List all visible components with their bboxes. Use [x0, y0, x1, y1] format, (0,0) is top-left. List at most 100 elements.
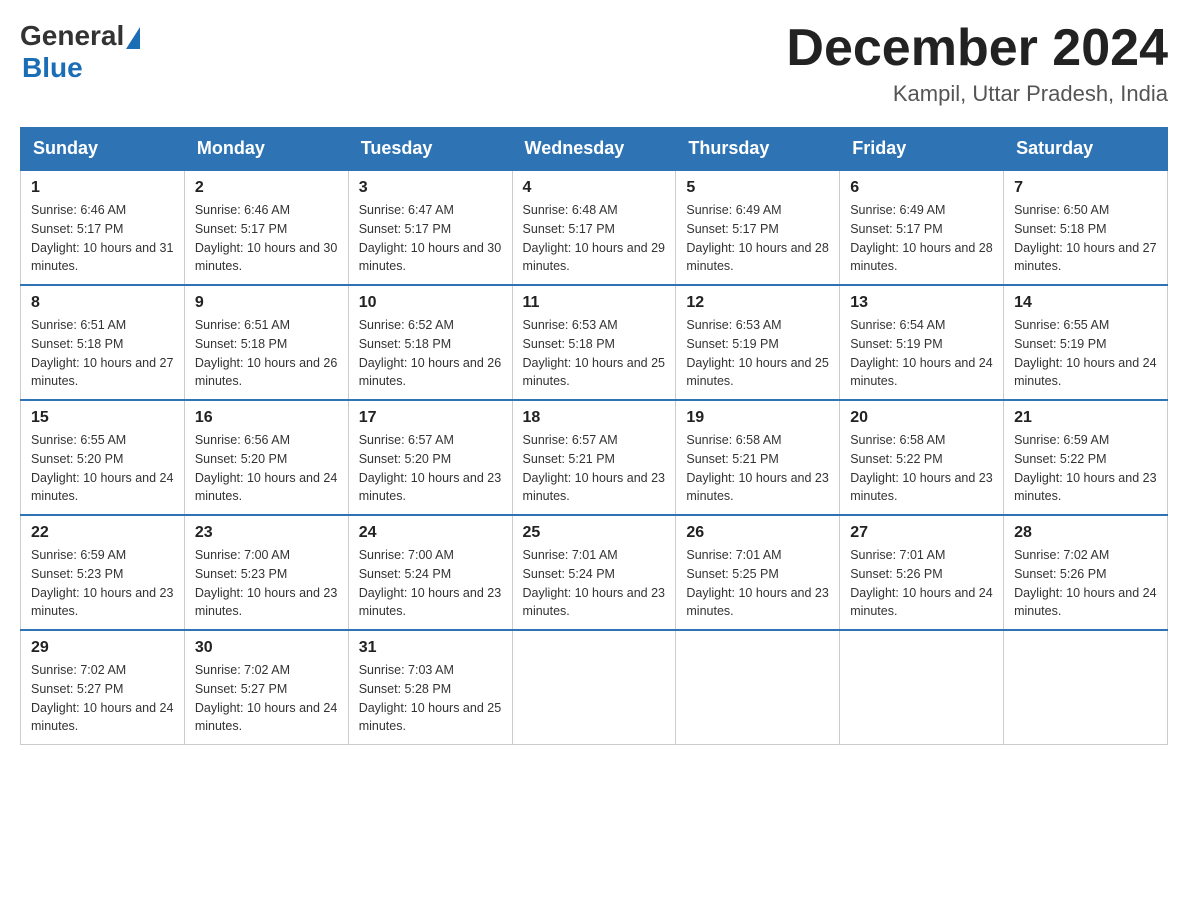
day-number: 2	[195, 179, 338, 197]
table-row: 5 Sunrise: 6:49 AM Sunset: 5:17 PM Dayli…	[676, 170, 840, 285]
day-info: Sunrise: 7:01 AM Sunset: 5:25 PM Dayligh…	[686, 546, 829, 621]
table-row: 20 Sunrise: 6:58 AM Sunset: 5:22 PM Dayl…	[840, 400, 1004, 515]
day-number: 5	[686, 179, 829, 197]
table-row: 24 Sunrise: 7:00 AM Sunset: 5:24 PM Dayl…	[348, 515, 512, 630]
day-info: Sunrise: 6:46 AM Sunset: 5:17 PM Dayligh…	[195, 201, 338, 276]
table-row: 1 Sunrise: 6:46 AM Sunset: 5:17 PM Dayli…	[21, 170, 185, 285]
day-number: 18	[523, 409, 666, 427]
day-info: Sunrise: 6:47 AM Sunset: 5:17 PM Dayligh…	[359, 201, 502, 276]
col-header-saturday: Saturday	[1004, 128, 1168, 171]
day-number: 29	[31, 639, 174, 657]
day-info: Sunrise: 6:49 AM Sunset: 5:17 PM Dayligh…	[850, 201, 993, 276]
calendar-week-row: 8 Sunrise: 6:51 AM Sunset: 5:18 PM Dayli…	[21, 285, 1168, 400]
table-row: 26 Sunrise: 7:01 AM Sunset: 5:25 PM Dayl…	[676, 515, 840, 630]
day-info: Sunrise: 6:58 AM Sunset: 5:21 PM Dayligh…	[686, 431, 829, 506]
table-row: 22 Sunrise: 6:59 AM Sunset: 5:23 PM Dayl…	[21, 515, 185, 630]
day-number: 10	[359, 294, 502, 312]
calendar-week-row: 22 Sunrise: 6:59 AM Sunset: 5:23 PM Dayl…	[21, 515, 1168, 630]
location-subtitle: Kampil, Uttar Pradesh, India	[786, 81, 1168, 107]
logo-triangle-icon	[126, 27, 140, 49]
day-number: 14	[1014, 294, 1157, 312]
day-number: 19	[686, 409, 829, 427]
table-row: 13 Sunrise: 6:54 AM Sunset: 5:19 PM Dayl…	[840, 285, 1004, 400]
day-info: Sunrise: 7:00 AM Sunset: 5:24 PM Dayligh…	[359, 546, 502, 621]
table-row: 31 Sunrise: 7:03 AM Sunset: 5:28 PM Dayl…	[348, 630, 512, 745]
day-number: 28	[1014, 524, 1157, 542]
logo-blue-text: Blue	[22, 52, 140, 84]
col-header-tuesday: Tuesday	[348, 128, 512, 171]
day-number: 15	[31, 409, 174, 427]
calendar-table: Sunday Monday Tuesday Wednesday Thursday…	[20, 127, 1168, 745]
day-number: 7	[1014, 179, 1157, 197]
table-row: 21 Sunrise: 6:59 AM Sunset: 5:22 PM Dayl…	[1004, 400, 1168, 515]
day-info: Sunrise: 6:49 AM Sunset: 5:17 PM Dayligh…	[686, 201, 829, 276]
table-row: 7 Sunrise: 6:50 AM Sunset: 5:18 PM Dayli…	[1004, 170, 1168, 285]
day-number: 12	[686, 294, 829, 312]
day-number: 17	[359, 409, 502, 427]
day-info: Sunrise: 7:01 AM Sunset: 5:26 PM Dayligh…	[850, 546, 993, 621]
day-number: 13	[850, 294, 993, 312]
day-number: 8	[31, 294, 174, 312]
day-number: 22	[31, 524, 174, 542]
table-row: 19 Sunrise: 6:58 AM Sunset: 5:21 PM Dayl…	[676, 400, 840, 515]
logo: General Blue	[20, 20, 140, 84]
table-row	[1004, 630, 1168, 745]
day-info: Sunrise: 6:51 AM Sunset: 5:18 PM Dayligh…	[31, 316, 174, 391]
day-info: Sunrise: 7:02 AM Sunset: 5:26 PM Dayligh…	[1014, 546, 1157, 621]
day-number: 3	[359, 179, 502, 197]
day-info: Sunrise: 6:59 AM Sunset: 5:23 PM Dayligh…	[31, 546, 174, 621]
table-row: 29 Sunrise: 7:02 AM Sunset: 5:27 PM Dayl…	[21, 630, 185, 745]
day-info: Sunrise: 6:58 AM Sunset: 5:22 PM Dayligh…	[850, 431, 993, 506]
day-info: Sunrise: 6:54 AM Sunset: 5:19 PM Dayligh…	[850, 316, 993, 391]
table-row: 11 Sunrise: 6:53 AM Sunset: 5:18 PM Dayl…	[512, 285, 676, 400]
table-row: 4 Sunrise: 6:48 AM Sunset: 5:17 PM Dayli…	[512, 170, 676, 285]
day-info: Sunrise: 6:57 AM Sunset: 5:20 PM Dayligh…	[359, 431, 502, 506]
day-number: 20	[850, 409, 993, 427]
col-header-sunday: Sunday	[21, 128, 185, 171]
day-info: Sunrise: 6:53 AM Sunset: 5:19 PM Dayligh…	[686, 316, 829, 391]
day-info: Sunrise: 6:50 AM Sunset: 5:18 PM Dayligh…	[1014, 201, 1157, 276]
table-row: 10 Sunrise: 6:52 AM Sunset: 5:18 PM Dayl…	[348, 285, 512, 400]
day-number: 23	[195, 524, 338, 542]
day-info: Sunrise: 6:52 AM Sunset: 5:18 PM Dayligh…	[359, 316, 502, 391]
day-number: 27	[850, 524, 993, 542]
table-row: 15 Sunrise: 6:55 AM Sunset: 5:20 PM Dayl…	[21, 400, 185, 515]
calendar-week-row: 1 Sunrise: 6:46 AM Sunset: 5:17 PM Dayli…	[21, 170, 1168, 285]
logo-line1: General	[20, 20, 140, 52]
day-number: 26	[686, 524, 829, 542]
day-number: 25	[523, 524, 666, 542]
day-number: 6	[850, 179, 993, 197]
table-row: 30 Sunrise: 7:02 AM Sunset: 5:27 PM Dayl…	[184, 630, 348, 745]
day-number: 9	[195, 294, 338, 312]
table-row: 3 Sunrise: 6:47 AM Sunset: 5:17 PM Dayli…	[348, 170, 512, 285]
day-info: Sunrise: 7:02 AM Sunset: 5:27 PM Dayligh…	[195, 661, 338, 736]
day-number: 21	[1014, 409, 1157, 427]
day-number: 4	[523, 179, 666, 197]
calendar-header-row: Sunday Monday Tuesday Wednesday Thursday…	[21, 128, 1168, 171]
logo-general-text: General	[20, 20, 124, 52]
table-row	[512, 630, 676, 745]
day-number: 11	[523, 294, 666, 312]
day-info: Sunrise: 6:55 AM Sunset: 5:19 PM Dayligh…	[1014, 316, 1157, 391]
page-header: General Blue December 2024 Kampil, Uttar…	[20, 20, 1168, 107]
day-info: Sunrise: 7:01 AM Sunset: 5:24 PM Dayligh…	[523, 546, 666, 621]
day-info: Sunrise: 6:46 AM Sunset: 5:17 PM Dayligh…	[31, 201, 174, 276]
day-info: Sunrise: 6:56 AM Sunset: 5:20 PM Dayligh…	[195, 431, 338, 506]
day-info: Sunrise: 6:53 AM Sunset: 5:18 PM Dayligh…	[523, 316, 666, 391]
table-row: 18 Sunrise: 6:57 AM Sunset: 5:21 PM Dayl…	[512, 400, 676, 515]
day-number: 1	[31, 179, 174, 197]
day-number: 16	[195, 409, 338, 427]
table-row: 25 Sunrise: 7:01 AM Sunset: 5:24 PM Dayl…	[512, 515, 676, 630]
table-row: 6 Sunrise: 6:49 AM Sunset: 5:17 PM Dayli…	[840, 170, 1004, 285]
day-info: Sunrise: 6:57 AM Sunset: 5:21 PM Dayligh…	[523, 431, 666, 506]
day-info: Sunrise: 7:00 AM Sunset: 5:23 PM Dayligh…	[195, 546, 338, 621]
table-row: 2 Sunrise: 6:46 AM Sunset: 5:17 PM Dayli…	[184, 170, 348, 285]
table-row	[840, 630, 1004, 745]
day-info: Sunrise: 6:55 AM Sunset: 5:20 PM Dayligh…	[31, 431, 174, 506]
col-header-monday: Monday	[184, 128, 348, 171]
table-row: 23 Sunrise: 7:00 AM Sunset: 5:23 PM Dayl…	[184, 515, 348, 630]
col-header-thursday: Thursday	[676, 128, 840, 171]
table-row	[676, 630, 840, 745]
day-info: Sunrise: 7:03 AM Sunset: 5:28 PM Dayligh…	[359, 661, 502, 736]
day-info: Sunrise: 6:59 AM Sunset: 5:22 PM Dayligh…	[1014, 431, 1157, 506]
